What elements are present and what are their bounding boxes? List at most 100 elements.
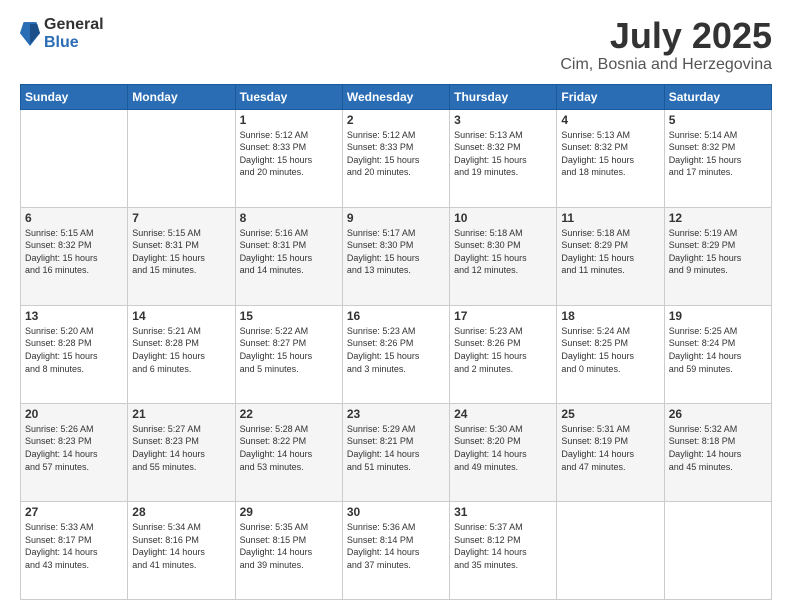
day-number: 7 (132, 211, 230, 225)
calendar-cell: 16 Sunrise: 5:23 AM Sunset: 8:26 PM Dayli… (342, 305, 449, 403)
calendar-cell: 15 Sunrise: 5:22 AM Sunset: 8:27 PM Dayli… (235, 305, 342, 403)
day-number: 27 (25, 505, 123, 519)
calendar-cell (664, 501, 771, 599)
day-number: 18 (561, 309, 659, 323)
day-info: Sunrise: 5:35 AM Sunset: 8:15 PM Dayligh… (240, 521, 338, 571)
calendar-cell: 27Sunrise: 5:33 AM Sunset: 8:17 PM Dayli… (21, 501, 128, 599)
calendar-cell: 11 Sunrise: 5:18 AM Sunset: 8:29 PM Dayli… (557, 207, 664, 305)
day-info: Sunrise: 5:30 AM Sunset: 8:20 PM Dayligh… (454, 423, 552, 473)
day-number: 1 (240, 113, 338, 127)
day-info: Sunrise: 5:28 AM Sunset: 8:22 PM Dayligh… (240, 423, 338, 473)
day-number: 26 (669, 407, 767, 421)
calendar-table: SundayMondayTuesdayWednesdayThursdayFrid… (20, 84, 772, 600)
calendar-cell: 20 Sunrise: 5:26 AM Sunset: 8:23 PM Dayli… (21, 403, 128, 501)
day-info: Sunrise: 5:34 AM Sunset: 8:16 PM Dayligh… (132, 521, 230, 571)
day-number: 19 (669, 309, 767, 323)
day-number: 15 (240, 309, 338, 323)
calendar-cell: 31 Sunrise: 5:37 AM Sunset: 8:12 PM Dayli… (450, 501, 557, 599)
calendar-cell: 25 Sunrise: 5:31 AM Sunset: 8:19 PM Dayli… (557, 403, 664, 501)
calendar-cell: 22 Sunrise: 5:28 AM Sunset: 8:22 PM Dayli… (235, 403, 342, 501)
calendar-cell: 13Sunrise: 5:20 AM Sunset: 8:28 PM Dayli… (21, 305, 128, 403)
calendar-cell: 2Sunrise: 5:12 AM Sunset: 8:33 PM Daylig… (342, 109, 449, 207)
day-number: 22 (240, 407, 338, 421)
calendar-cell: 9 Sunrise: 5:17 AM Sunset: 8:30 PM Daylig… (342, 207, 449, 305)
day-number: 9 (347, 211, 445, 225)
calendar-cell (128, 109, 235, 207)
day-info: Sunrise: 5:18 AM Sunset: 8:30 PM Dayligh… (454, 227, 552, 277)
day-info: Sunrise: 5:13 AM Sunset: 8:32 PM Dayligh… (454, 129, 552, 179)
day-number: 30 (347, 505, 445, 519)
day-info: Sunrise: 5:13 AM Sunset: 8:32 PM Dayligh… (561, 129, 659, 179)
day-info: Sunrise: 5:25 AM Sunset: 8:24 PM Dayligh… (669, 325, 767, 375)
day-number: 31 (454, 505, 552, 519)
weekday-header: Saturday (664, 84, 771, 109)
day-number: 21 (132, 407, 230, 421)
day-info: Sunrise: 5:18 AM Sunset: 8:29 PM Dayligh… (561, 227, 659, 277)
calendar-cell: 5Sunrise: 5:14 AM Sunset: 8:32 PM Daylig… (664, 109, 771, 207)
day-info: Sunrise: 5:29 AM Sunset: 8:21 PM Dayligh… (347, 423, 445, 473)
day-number: 29 (240, 505, 338, 519)
calendar-header-row: SundayMondayTuesdayWednesdayThursdayFrid… (21, 84, 772, 109)
logo: General Blue (20, 16, 104, 51)
day-number: 11 (561, 211, 659, 225)
weekday-header: Monday (128, 84, 235, 109)
calendar-week-row: 13Sunrise: 5:20 AM Sunset: 8:28 PM Dayli… (21, 305, 772, 403)
day-info: Sunrise: 5:19 AM Sunset: 8:29 PM Dayligh… (669, 227, 767, 277)
day-number: 28 (132, 505, 230, 519)
day-number: 12 (669, 211, 767, 225)
calendar-cell: 21 Sunrise: 5:27 AM Sunset: 8:23 PM Dayli… (128, 403, 235, 501)
calendar-cell: 17Sunrise: 5:23 AM Sunset: 8:26 PM Dayli… (450, 305, 557, 403)
calendar-week-row: 1 Sunrise: 5:12 AM Sunset: 8:33 PM Daylig… (21, 109, 772, 207)
day-info: Sunrise: 5:12 AM Sunset: 8:33 PM Dayligh… (240, 129, 338, 179)
day-info: Sunrise: 5:31 AM Sunset: 8:19 PM Dayligh… (561, 423, 659, 473)
calendar-week-row: 27Sunrise: 5:33 AM Sunset: 8:17 PM Dayli… (21, 501, 772, 599)
weekday-header: Friday (557, 84, 664, 109)
day-info: Sunrise: 5:32 AM Sunset: 8:18 PM Dayligh… (669, 423, 767, 473)
month-title: July 2025 (560, 16, 772, 56)
day-info: Sunrise: 5:14 AM Sunset: 8:32 PM Dayligh… (669, 129, 767, 179)
calendar-cell: 29 Sunrise: 5:35 AM Sunset: 8:15 PM Dayli… (235, 501, 342, 599)
calendar-cell: 1 Sunrise: 5:12 AM Sunset: 8:33 PM Daylig… (235, 109, 342, 207)
day-info: Sunrise: 5:37 AM Sunset: 8:12 PM Dayligh… (454, 521, 552, 571)
calendar-cell: 4Sunrise: 5:13 AM Sunset: 8:32 PM Daylig… (557, 109, 664, 207)
day-number: 24 (454, 407, 552, 421)
calendar-cell: 24 Sunrise: 5:30 AM Sunset: 8:20 PM Dayli… (450, 403, 557, 501)
calendar-cell: 7 Sunrise: 5:15 AM Sunset: 8:31 PM Daylig… (128, 207, 235, 305)
day-info: Sunrise: 5:27 AM Sunset: 8:23 PM Dayligh… (132, 423, 230, 473)
day-number: 16 (347, 309, 445, 323)
day-number: 2 (347, 113, 445, 127)
calendar-cell: 8Sunrise: 5:16 AM Sunset: 8:31 PM Daylig… (235, 207, 342, 305)
day-number: 6 (25, 211, 123, 225)
title-block: July 2025 Cim, Bosnia and Herzegovina (560, 16, 772, 74)
calendar-cell: 19 Sunrise: 5:25 AM Sunset: 8:24 PM Dayli… (664, 305, 771, 403)
logo-text: General Blue (44, 16, 104, 51)
weekday-header: Tuesday (235, 84, 342, 109)
calendar-cell: 26 Sunrise: 5:32 AM Sunset: 8:18 PM Dayli… (664, 403, 771, 501)
day-info: Sunrise: 5:16 AM Sunset: 8:31 PM Dayligh… (240, 227, 338, 277)
day-number: 20 (25, 407, 123, 421)
day-info: Sunrise: 5:24 AM Sunset: 8:25 PM Dayligh… (561, 325, 659, 375)
calendar-week-row: 6Sunrise: 5:15 AM Sunset: 8:32 PM Daylig… (21, 207, 772, 305)
day-number: 25 (561, 407, 659, 421)
day-info: Sunrise: 5:22 AM Sunset: 8:27 PM Dayligh… (240, 325, 338, 375)
calendar-cell: 12 Sunrise: 5:19 AM Sunset: 8:29 PM Dayli… (664, 207, 771, 305)
day-number: 10 (454, 211, 552, 225)
calendar-cell: 18 Sunrise: 5:24 AM Sunset: 8:25 PM Dayli… (557, 305, 664, 403)
logo-icon (20, 20, 40, 48)
day-info: Sunrise: 5:21 AM Sunset: 8:28 PM Dayligh… (132, 325, 230, 375)
day-number: 17 (454, 309, 552, 323)
day-number: 14 (132, 309, 230, 323)
day-number: 13 (25, 309, 123, 323)
calendar-cell: 30Sunrise: 5:36 AM Sunset: 8:14 PM Dayli… (342, 501, 449, 599)
day-info: Sunrise: 5:26 AM Sunset: 8:23 PM Dayligh… (25, 423, 123, 473)
calendar-cell: 10 Sunrise: 5:18 AM Sunset: 8:30 PM Dayli… (450, 207, 557, 305)
day-info: Sunrise: 5:15 AM Sunset: 8:31 PM Dayligh… (132, 227, 230, 277)
calendar-cell: 6Sunrise: 5:15 AM Sunset: 8:32 PM Daylig… (21, 207, 128, 305)
calendar-cell (21, 109, 128, 207)
day-info: Sunrise: 5:23 AM Sunset: 8:26 PM Dayligh… (347, 325, 445, 375)
day-info: Sunrise: 5:17 AM Sunset: 8:30 PM Dayligh… (347, 227, 445, 277)
calendar-week-row: 20 Sunrise: 5:26 AM Sunset: 8:23 PM Dayli… (21, 403, 772, 501)
calendar-cell: 23Sunrise: 5:29 AM Sunset: 8:21 PM Dayli… (342, 403, 449, 501)
calendar-cell (557, 501, 664, 599)
calendar-cell: 28 Sunrise: 5:34 AM Sunset: 8:16 PM Dayli… (128, 501, 235, 599)
